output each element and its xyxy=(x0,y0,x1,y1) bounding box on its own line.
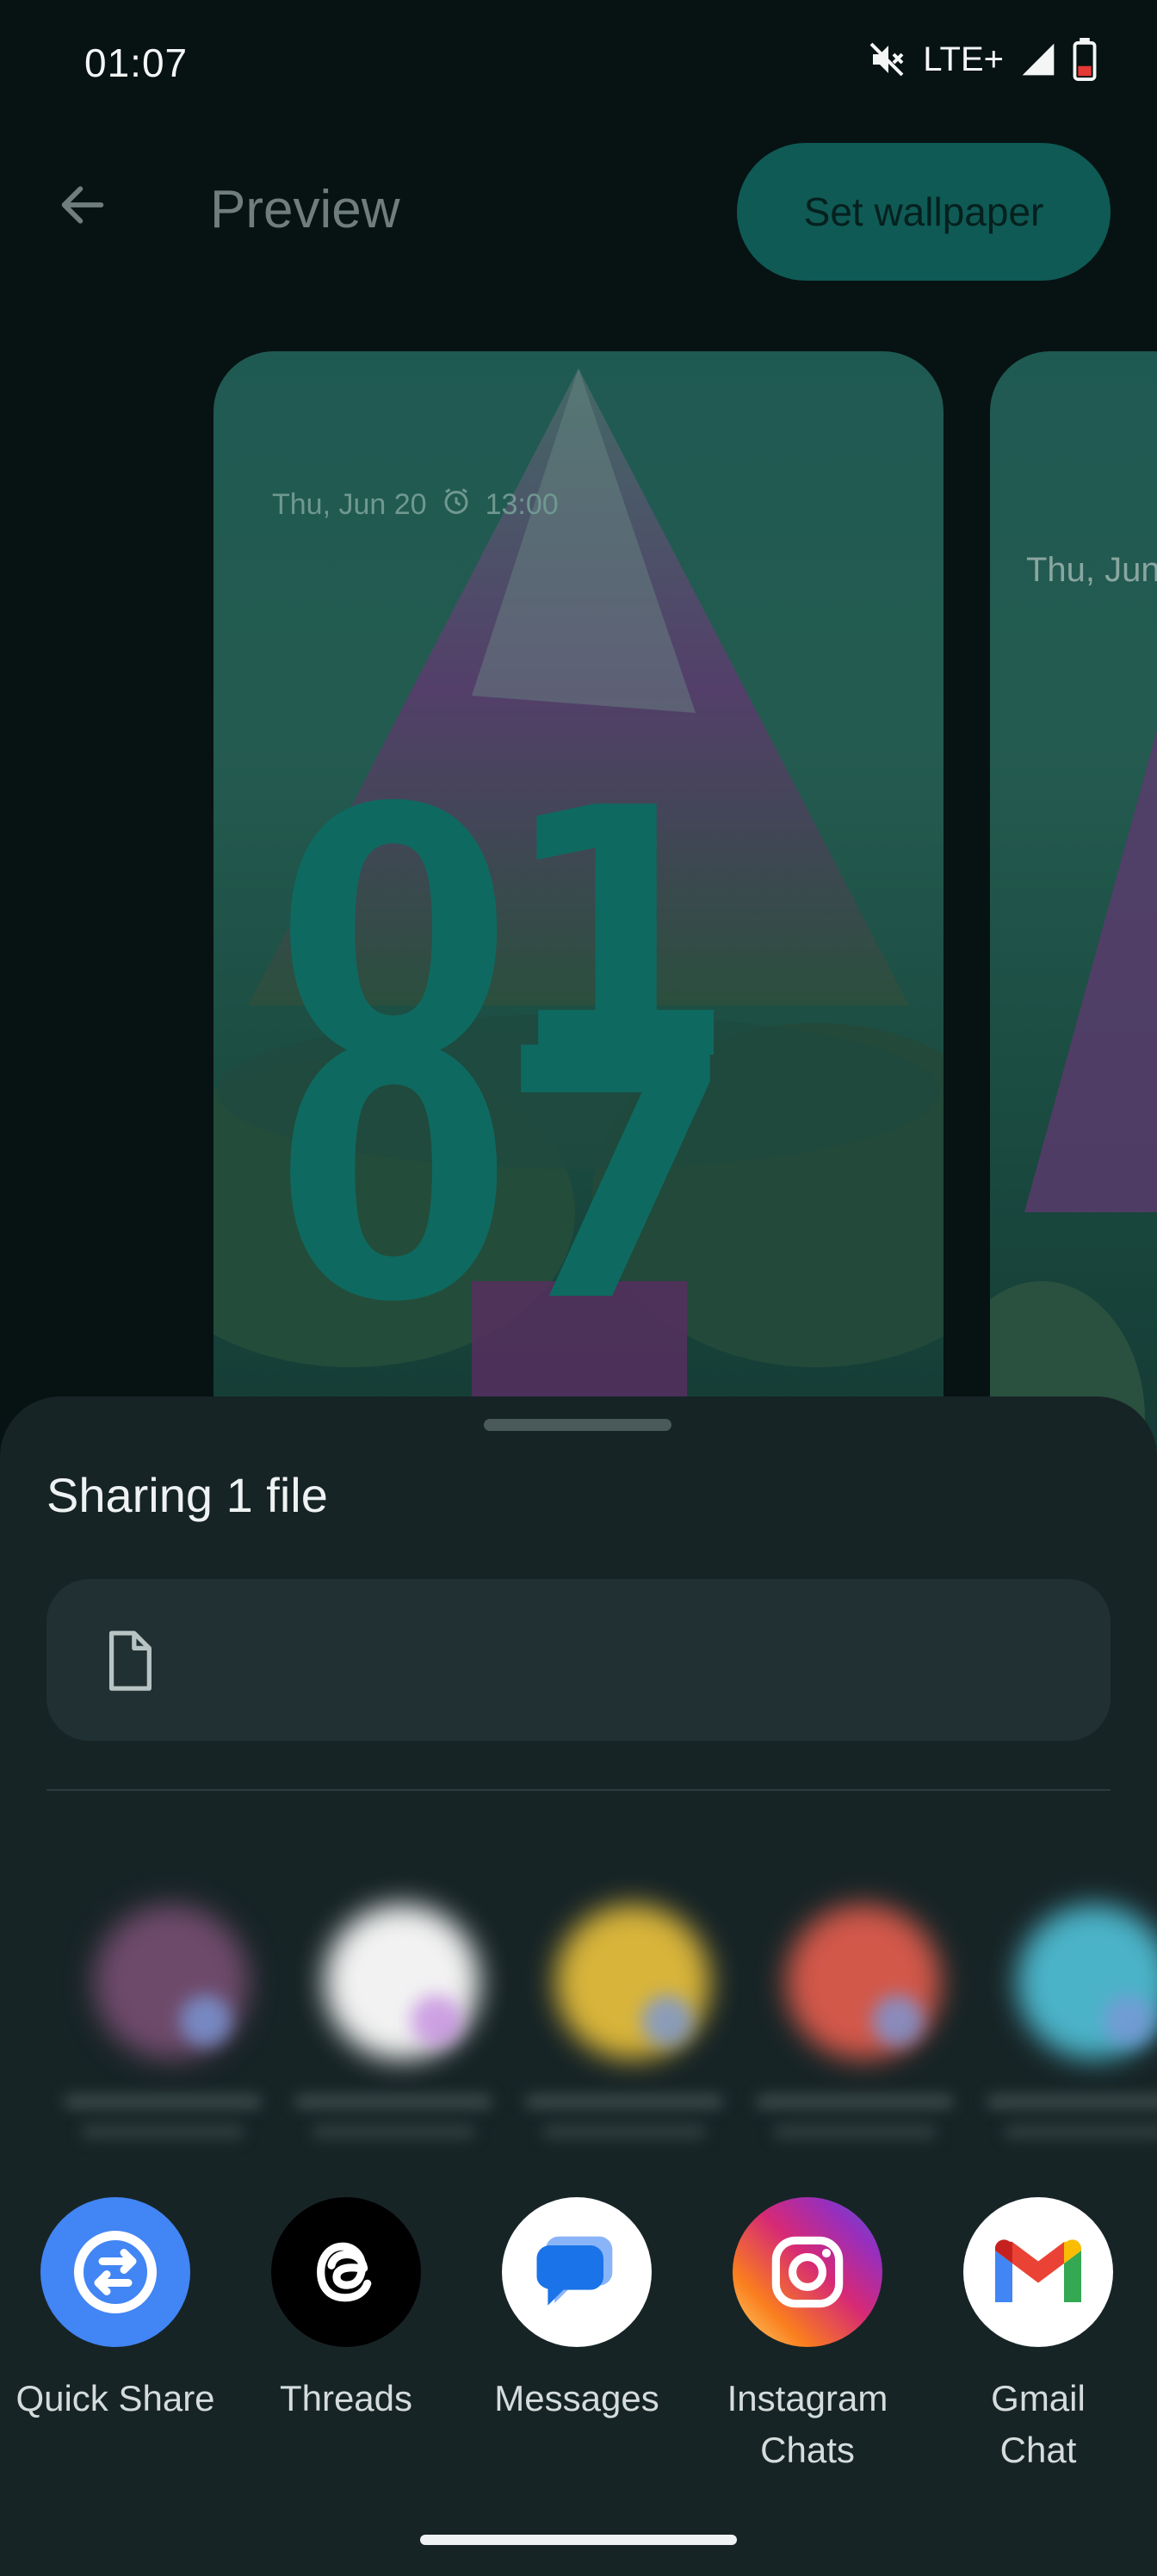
file-preview xyxy=(46,1579,1111,1741)
app-label: Quick Share xyxy=(0,2373,231,2424)
app-label-line1: Messages xyxy=(494,2378,659,2418)
alarm-icon xyxy=(441,486,472,524)
back-button[interactable] xyxy=(48,172,117,241)
app-label: Instagram Chats xyxy=(692,2373,923,2476)
quick-share-icon xyxy=(40,2197,190,2347)
lock-date: Thu, Jun 20 13:00 xyxy=(272,486,559,524)
lock-date-text: Thu, Jun 20 xyxy=(272,488,427,521)
direct-share-target[interactable] xyxy=(243,1861,501,2139)
app-label-line2: Chat xyxy=(999,2430,1077,2470)
app-label-line1: Threads xyxy=(279,2378,413,2418)
direct-share-target[interactable] xyxy=(704,1861,962,2139)
app-target-quick-share[interactable]: Quick Share xyxy=(0,2197,231,2490)
gesture-nav-handle[interactable] xyxy=(420,2535,737,2545)
file-icon xyxy=(102,1631,157,1695)
app-label-line1: Quick Share xyxy=(15,2378,215,2418)
app-targets-row: Quick Share Threads Messages Instagram C… xyxy=(0,2197,1157,2490)
signal-icon xyxy=(1019,40,1057,78)
direct-share-target[interactable] xyxy=(473,1861,732,2139)
home-date: Thu, Jun xyxy=(1026,551,1157,589)
drag-handle[interactable] xyxy=(484,1419,671,1431)
app-label-line1: Instagram xyxy=(727,2378,888,2418)
lock-screen-preview[interactable]: Thu, Jun 20 13:00 01 07 xyxy=(213,351,944,1471)
app-target-messages[interactable]: Messages xyxy=(461,2197,692,2490)
status-icons: LTE+ xyxy=(866,38,1097,81)
gmail-icon xyxy=(963,2197,1113,2347)
network-type: LTE+ xyxy=(923,40,1004,78)
threads-icon xyxy=(271,2197,421,2347)
wallpaper-image-2 xyxy=(990,730,1157,1471)
direct-share-row xyxy=(12,1827,1157,2139)
direct-share-target[interactable] xyxy=(12,1861,270,2139)
mute-icon xyxy=(866,39,907,80)
arrow-left-icon xyxy=(55,177,110,237)
direct-share-target[interactable] xyxy=(935,1861,1157,2139)
instagram-icon xyxy=(733,2197,882,2347)
battery-low-icon xyxy=(1073,38,1097,81)
app-target-threads[interactable]: Threads xyxy=(231,2197,461,2490)
divider xyxy=(46,1789,1111,1791)
home-screen-preview[interactable]: Thu, Jun xyxy=(990,351,1157,1471)
app-label: Threads xyxy=(231,2373,461,2424)
share-sheet: Sharing 1 file Quick Share Threads Messa… xyxy=(0,1396,1157,2576)
app-target-gmail-chat[interactable]: Gmail Chat xyxy=(923,2197,1154,2490)
app-label: Gmail Chat xyxy=(923,2373,1154,2476)
alarm-time: 13:00 xyxy=(485,488,559,521)
app-label: Messages xyxy=(461,2373,692,2424)
clock-minute: 07 xyxy=(274,977,738,1378)
set-wallpaper-button[interactable]: Set wallpaper xyxy=(737,143,1111,281)
page-title: Preview xyxy=(210,180,400,239)
app-label-line1: Gmail xyxy=(991,2378,1086,2418)
app-label-line2: Chats xyxy=(760,2430,855,2470)
status-time: 01:07 xyxy=(84,40,189,85)
messages-icon xyxy=(502,2197,652,2347)
app-target-instagram-chats[interactable]: Instagram Chats xyxy=(692,2197,923,2490)
share-sheet-title: Sharing 1 file xyxy=(46,1468,328,1522)
